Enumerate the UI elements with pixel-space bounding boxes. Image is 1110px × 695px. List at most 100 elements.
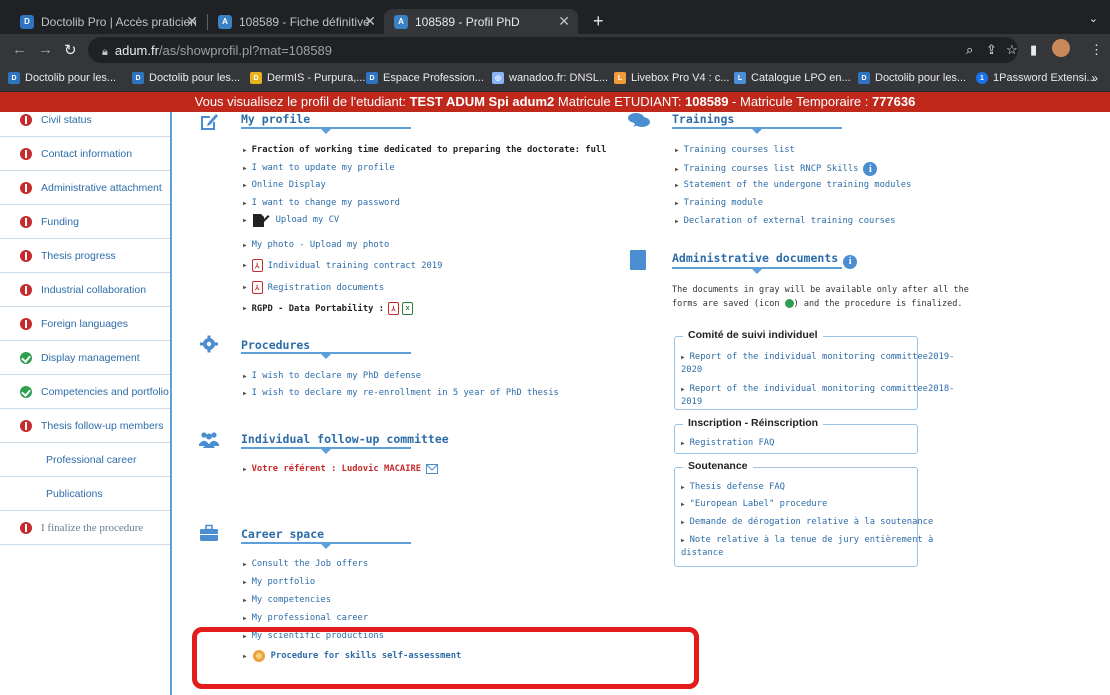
pdf-icon: ⅄: [251, 281, 263, 294]
saved-check-icon: [784, 299, 794, 308]
sidebar-item-professional-career[interactable]: Professional career: [0, 443, 170, 477]
upload-cv-link[interactable]: ▶ Upload my CV: [243, 212, 339, 228]
sidebar-item-thesis-progress[interactable]: Thesis progress: [0, 239, 170, 273]
info-icon[interactable]: i: [843, 254, 858, 269]
sidebar-item-languages[interactable]: Foreign languages: [0, 307, 170, 341]
arrow-icon: ▶: [243, 305, 247, 312]
section-underline: [672, 127, 842, 134]
remote-jury-note-link[interactable]: ▶ Note relative à la tenue de jury entièr…: [681, 534, 933, 560]
pdf-export-icon[interactable]: ⅄: [388, 302, 400, 315]
section-title-procedures: Procedures: [241, 338, 311, 352]
browser-tab-strip: D Doctolib Pro | Accès praticiens ✕ A 10…: [0, 0, 1110, 34]
sidebar-item-admin-attachment[interactable]: Administrative attachment: [0, 171, 170, 205]
registration-documents-link[interactable]: ▶ ⅄ Registration documents: [243, 281, 384, 294]
section-underline: [241, 542, 411, 549]
reload-icon[interactable]: ↻: [64, 41, 77, 59]
sidebar-item-civil-status[interactable]: Civil status: [0, 103, 170, 137]
monitoring-report-2019-link[interactable]: ▶ Report of the individual monitoring com…: [681, 351, 954, 377]
bookmark-item[interactable]: D Doctolib pour les...: [858, 72, 966, 84]
training-contract-link[interactable]: ▶ ⅄ Individual training contract 2019: [243, 259, 442, 272]
adum-icon: A: [218, 14, 232, 29]
bookmark-item[interactable]: 1 1Password Extensi...: [976, 72, 1096, 84]
email-icon[interactable]: [426, 464, 439, 474]
derogation-link[interactable]: ▶ Demande de dérogation relative à la sou…: [681, 517, 933, 527]
tab-search-icon[interactable]: ⌄: [1089, 12, 1098, 25]
cv-upload-icon: [252, 214, 270, 227]
bookmark-item[interactable]: D DermIS - Purpura,...: [250, 72, 365, 84]
sidebar-item-publications[interactable]: Publications: [0, 477, 170, 511]
bookmark-star-icon[interactable]: ☆: [1006, 42, 1018, 58]
forward-icon[interactable]: →: [38, 41, 53, 58]
doctolib-icon: D: [366, 72, 378, 84]
zoom-icon[interactable]: ⌕: [966, 42, 973, 58]
section-title-trainings: Trainings: [672, 112, 735, 126]
training-statement-link[interactable]: ▶ Statement of the undergone training mod…: [675, 180, 911, 190]
arrow-icon: ▶: [675, 165, 679, 173]
1password-icon: 1: [976, 72, 988, 84]
portfolio-link[interactable]: ▶ My portfolio: [243, 577, 315, 587]
thesis-defense-faq-link[interactable]: ▶ Thesis defense FAQ: [681, 482, 785, 492]
browser-tab-doctolib[interactable]: D Doctolib Pro | Accès praticiens ✕: [10, 9, 206, 34]
sidebar-item-display[interactable]: Display management: [0, 341, 170, 375]
arrow-icon: ▶: [243, 372, 247, 380]
close-tab-icon[interactable]: ✕: [558, 13, 570, 30]
bookmark-item[interactable]: L Catalogue LPO en...: [734, 72, 851, 84]
back-icon[interactable]: ←: [12, 41, 27, 58]
status-incomplete-icon: [20, 181, 32, 194]
bookmark-item[interactable]: D Doctolib pour les...: [132, 72, 240, 84]
more-bookmarks-icon[interactable]: »: [1091, 71, 1098, 85]
sidebar-item-funding[interactable]: Funding: [0, 205, 170, 239]
browser-menu-icon[interactable]: ⋮: [1090, 42, 1103, 58]
online-display-link[interactable]: ▶ Online Display: [243, 180, 326, 190]
arrow-icon: ▶: [681, 386, 685, 393]
arrow-icon: ▶: [243, 241, 247, 249]
comite-suivi-box: Comité de suivi individuel ▶ Report of th…: [674, 329, 954, 410]
job-offers-link[interactable]: ▶ Consult the Job offers: [243, 559, 368, 569]
browser-tab-fiche[interactable]: A 108589 - Fiche définitive ✕: [208, 9, 384, 34]
declare-defense-link[interactable]: ▶ I wish to declare my PhD defense: [243, 371, 421, 381]
change-password-link[interactable]: ▶ I want to change my password: [243, 198, 400, 208]
arrow-icon: ▶: [243, 181, 247, 189]
training-courses-link[interactable]: ▶ Training courses list: [675, 145, 795, 155]
briefcase-icon: [200, 524, 218, 541]
sidebar: Civil status Contact information Adminis…: [0, 112, 172, 695]
sidebar-item-competencies[interactable]: Competencies and portfolio: [0, 375, 170, 409]
share-icon[interactable]: ⇪: [986, 42, 997, 58]
registration-faq-link[interactable]: ▶ Registration FAQ: [681, 438, 774, 448]
training-module-link[interactable]: ▶ Training module: [675, 198, 763, 208]
side-panel-icon[interactable]: ▮: [1030, 42, 1037, 58]
bookmark-item[interactable]: D Doctolib pour les...: [8, 72, 116, 84]
close-tab-icon[interactable]: ✕: [186, 13, 198, 30]
update-profile-link[interactable]: ▶ I want to update my profile: [243, 163, 395, 173]
section-underline: [241, 127, 411, 134]
sidebar-item-finalize[interactable]: I finalize the procedure: [0, 511, 170, 545]
excel-export-icon[interactable]: x: [402, 302, 414, 315]
bookmark-item[interactable]: ◎ wanadoo.fr: DNSL...: [492, 72, 608, 84]
avatar[interactable]: [1052, 39, 1070, 57]
arrow-icon: ▶: [243, 389, 247, 397]
professional-career-link[interactable]: ▶ My professional career: [243, 613, 368, 623]
declare-reenrollment-link[interactable]: ▶ I wish to declare my re-enrollment in 5…: [243, 388, 559, 398]
globe-icon: ◎: [492, 72, 504, 84]
upload-photo-link[interactable]: ▶ My photo - Upload my photo: [243, 240, 389, 250]
section-underline: [241, 447, 411, 454]
close-tab-icon[interactable]: ✕: [364, 13, 376, 30]
sidebar-item-followup-members[interactable]: Thesis follow-up members: [0, 409, 170, 443]
status-incomplete-icon: [20, 215, 32, 228]
competencies-link[interactable]: ▶ My competencies: [243, 595, 331, 605]
arrow-icon: ▶: [675, 199, 679, 207]
european-label-link[interactable]: ▶ "European Label" procedure: [681, 499, 827, 509]
info-icon[interactable]: i: [863, 162, 878, 176]
sidebar-item-industrial[interactable]: Industrial collaboration: [0, 273, 170, 307]
monitoring-report-2018-link[interactable]: ▶ Report of the individual monitoring com…: [681, 383, 954, 409]
sidebar-item-contact[interactable]: Contact information: [0, 137, 170, 171]
users-group-icon: [199, 432, 219, 448]
browser-tab-profil[interactable]: A 108589 - Profil PhD ✕: [384, 9, 578, 34]
bookmark-item[interactable]: L Livebox Pro V4 : c...: [614, 72, 729, 84]
highlight-box: [192, 627, 699, 689]
address-bar[interactable]: 🔒︎ adum.fr/as/showprofil.pl?mat=108589: [88, 37, 1018, 63]
external-training-link[interactable]: ▶ Declaration of external training course…: [675, 216, 895, 226]
rncp-skills-link[interactable]: ▶ Training courses list RNCP Skills i: [675, 162, 878, 176]
new-tab-icon[interactable]: +: [593, 11, 604, 32]
bookmark-item[interactable]: D Espace Profession...: [366, 72, 484, 84]
